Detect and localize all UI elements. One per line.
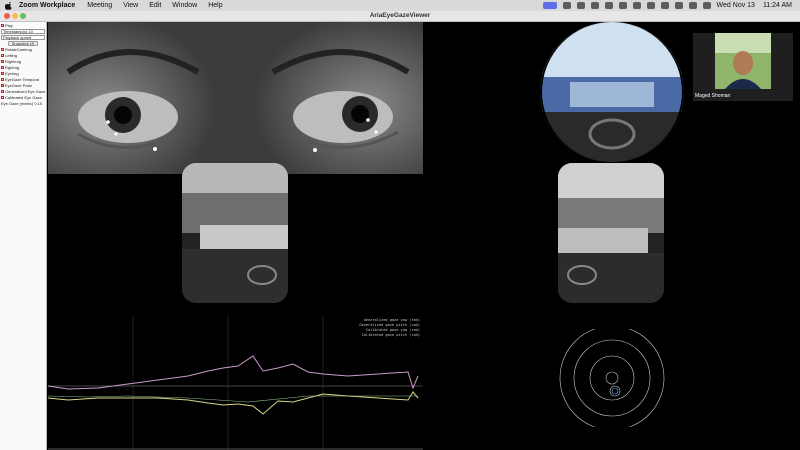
tray-icon[interactable] — [604, 2, 613, 9]
sidebar-item-rgb[interactable]: RgbImg — [1, 65, 19, 70]
wifi-icon[interactable] — [674, 2, 683, 9]
playback-speed-field[interactable]: Playback speed — [1, 35, 45, 40]
tray-icon[interactable] — [590, 2, 599, 9]
legend-line: Generalized gaze pitch (rad) — [359, 323, 420, 327]
search-icon[interactable] — [688, 2, 697, 9]
menu-edit[interactable]: Edit — [149, 2, 161, 9]
checkbox[interactable] — [1, 78, 4, 82]
right-slam-camera-image — [558, 163, 664, 303]
viewer-window: AriaEyeGazeViewer Play Timestamp(s) 10 P… — [0, 11, 800, 450]
menu-help[interactable]: Help — [208, 2, 222, 9]
sidebar-controls: Play Timestamp(s) 10 Playback speed Snap… — [0, 22, 47, 450]
menu-bar: Zoom Workplace Meeting View Edit Window … — [0, 0, 800, 11]
checkbox[interactable] — [1, 66, 4, 70]
legend-line: Generalized gaze yaw (rad) — [364, 318, 420, 322]
tray-icon[interactable] — [618, 2, 627, 9]
window-titlebar[interactable]: AriaEyeGazeViewer — [0, 11, 800, 22]
tray-icon[interactable] — [646, 2, 655, 9]
sidebar-item-polar[interactable]: EyeGaze Polar — [1, 83, 32, 88]
legend-line: Calibrated gaze pitch (rad) — [362, 333, 420, 337]
checkbox[interactable] — [1, 72, 4, 76]
sidebar-item-play[interactable]: Play — [1, 23, 13, 28]
zoom-participant-video[interactable]: Maged Shoman — [693, 33, 793, 101]
sidebar-item-rotate[interactable]: RotateCamImg — [1, 47, 32, 52]
battery-icon[interactable] — [660, 2, 669, 9]
sidebar-item-metric[interactable]: Eye Gaze (metric) 0.10 — [1, 101, 42, 106]
left-slam-camera-image — [182, 163, 288, 303]
menu-time[interactable]: 11:24 AM — [763, 2, 792, 9]
checkbox[interactable] — [1, 90, 4, 94]
tray-icon[interactable] — [576, 2, 585, 9]
checkbox[interactable] — [1, 54, 4, 58]
tray-icon[interactable] — [562, 2, 571, 9]
checkbox[interactable] — [1, 60, 4, 64]
participant-name: Maged Shoman — [695, 93, 731, 99]
eye-gaze-temporal-plot: Generalized gaze yaw (rad) Generalized g… — [48, 316, 423, 450]
snapshot-button[interactable]: Snapshot 10 — [8, 41, 38, 46]
checkbox[interactable] — [1, 48, 4, 52]
sidebar-item-right[interactable]: RightImg — [1, 59, 21, 64]
menu-date[interactable]: Wed Nov 13 — [717, 2, 755, 9]
rgb-camera-image — [540, 22, 684, 162]
checkbox[interactable] — [1, 24, 4, 28]
window-title: AriaEyeGazeViewer — [369, 12, 431, 19]
menu-app-name[interactable]: Zoom Workplace — [19, 2, 75, 9]
legend-line: Calibrated gaze yaw (rad) — [366, 328, 420, 332]
sidebar-item-temporal[interactable]: EyeGaze Temporal — [1, 77, 39, 82]
apple-icon[interactable] — [5, 1, 13, 10]
sidebar-item-left[interactable]: Lefting — [1, 53, 17, 58]
tray-icon[interactable] — [632, 2, 641, 9]
zoom-share-icon[interactable] — [542, 2, 557, 9]
checkbox[interactable] — [1, 84, 4, 88]
sidebar-item-generalized[interactable]: Generalized Eye Gaze — [1, 89, 45, 94]
eye-gaze-polar-plot — [556, 329, 668, 427]
menu-window[interactable]: Window — [172, 2, 197, 9]
checkbox[interactable] — [1, 96, 4, 100]
menu-meeting[interactable]: Meeting — [87, 2, 112, 9]
menu-view[interactable]: View — [123, 2, 138, 9]
sidebar-item-eye[interactable]: EyeImg — [1, 71, 19, 76]
control-center-icon[interactable] — [702, 2, 711, 9]
timestamp-field[interactable]: Timestamp(s) 10 — [1, 29, 45, 34]
sidebar-item-calibrated[interactable]: Calibrated Eye Gaze — [1, 95, 42, 100]
eye-camera-image — [48, 22, 423, 174]
